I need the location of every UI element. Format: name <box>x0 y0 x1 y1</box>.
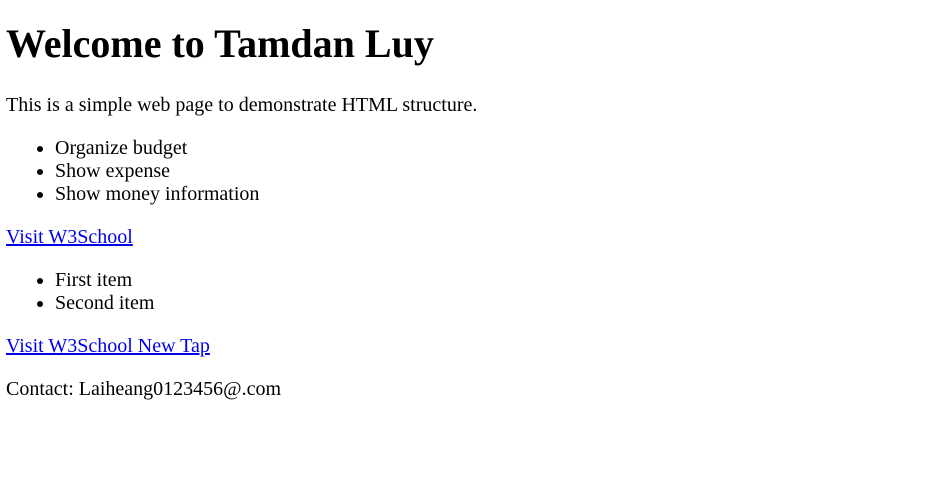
feature-item-show-money-info: Show money information <box>55 183 936 206</box>
feature-item-organize-budget: Organize budget <box>55 137 936 160</box>
feature-list: Organize budget Show expense Show money … <box>6 137 936 206</box>
link-paragraph-one: Visit W3School <box>6 226 936 249</box>
link-paragraph-two: Visit W3School New Tap <box>6 335 936 358</box>
list-item-second: Second item <box>55 292 936 315</box>
feature-item-show-expense: Show expense <box>55 160 936 183</box>
visit-w3school-link[interactable]: Visit W3School <box>6 226 133 248</box>
page-title: Welcome to Tamdan Luy <box>6 21 434 66</box>
item-list: First item Second item <box>6 269 936 315</box>
intro-text: This is a simple web page to demonstrate… <box>6 94 478 116</box>
list-item-first: First item <box>55 269 936 292</box>
contact-text: Contact: Laiheang0123456@.com <box>6 378 282 400</box>
visit-w3school-new-tab-link[interactable]: Visit W3School New Tap <box>6 335 210 357</box>
